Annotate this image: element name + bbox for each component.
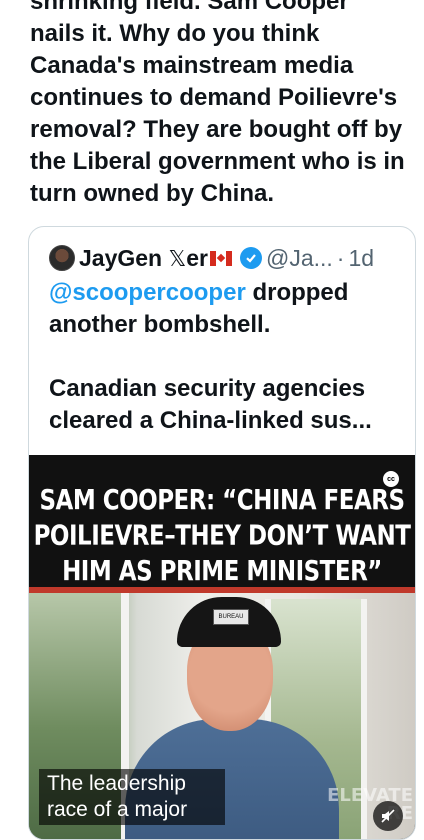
mention-link[interactable]: @scoopercooper xyxy=(49,279,246,306)
quoted-author-handle[interactable]: @Ja... xyxy=(266,245,333,272)
video-title-banner: SAM COOPER: “CHINA FEARS POILIEVRE–THEY … xyxy=(29,455,415,593)
x-logo-icon: 𝕏 xyxy=(168,245,187,271)
quoted-post-header: JayGen 𝕏er @Ja... · 1d xyxy=(49,243,403,273)
mute-icon[interactable] xyxy=(373,801,403,831)
quoted-author-name[interactable]: JayGen 𝕏er xyxy=(79,245,232,272)
quoted-paragraph-1: @scoopercooper dropped another bombshell… xyxy=(49,277,399,341)
quoted-post-card[interactable]: JayGen 𝕏er @Ja... · 1d @scoopercooper dr… xyxy=(28,226,416,840)
post-timestamp[interactable]: 1d xyxy=(348,245,374,272)
verified-badge-icon xyxy=(239,247,262,269)
cap-logo: BUREAU xyxy=(213,609,249,625)
canada-flag-icon xyxy=(209,250,232,266)
display-name-suffix: er xyxy=(186,244,208,271)
closed-captions-icon[interactable]: cc xyxy=(383,471,399,487)
quoted-post-text: @scoopercooper dropped another bombshell… xyxy=(49,277,399,437)
separator-dot: · xyxy=(336,244,345,271)
video-caption: The leadership race of a major xyxy=(39,769,225,825)
display-name: JayGen xyxy=(79,244,163,271)
video-player[interactable]: SAM COOPER: “CHINA FEARS POILIEVRE–THEY … xyxy=(29,455,415,839)
banner-line-1: SAM COOPER: “CHINA FEARS xyxy=(39,485,405,517)
avatar[interactable] xyxy=(49,245,75,271)
banner-text: SAM COOPER: “CHINA FEARS POILIEVRE–THEY … xyxy=(29,483,415,589)
banner-line-2: POILIEVRE–THEY DON’T WANT xyxy=(33,520,411,552)
post-text: shrinking field. Sam Cooper nails it. Wh… xyxy=(30,0,405,207)
quoted-paragraph-2: Canadian security agencies cleared a Chi… xyxy=(49,375,372,434)
banner-line-3: HIM AS PRIME MINISTER” xyxy=(62,556,382,587)
